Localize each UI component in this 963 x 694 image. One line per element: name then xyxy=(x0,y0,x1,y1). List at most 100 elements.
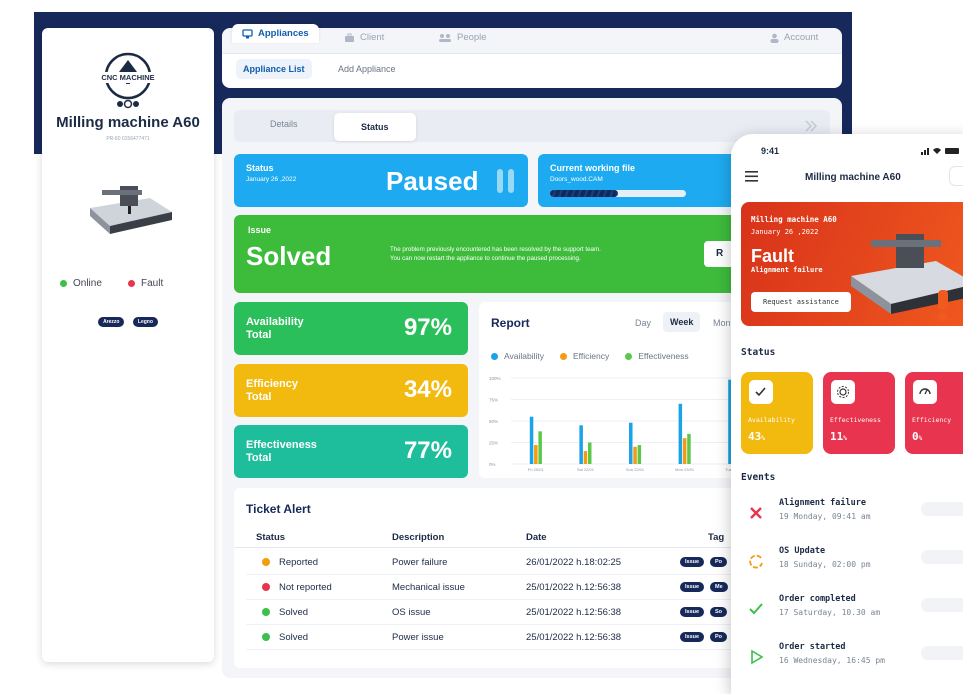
bar-effectiveness xyxy=(538,431,542,464)
issue-box: Issue Solved The problem previously enco… xyxy=(234,215,744,293)
tile-value: 11% xyxy=(830,430,847,443)
status-tile[interactable]: Efficiency 0% xyxy=(905,372,963,454)
col-tag: Tag xyxy=(708,532,725,543)
event-title: Order started xyxy=(779,642,846,652)
table-row[interactable]: Solved OS issue 25/01/2022 h.12:56:38 Is… xyxy=(246,600,774,625)
events-heading: Events xyxy=(741,472,776,483)
chevrons-right-icon[interactable] xyxy=(804,119,818,133)
ticket-tag[interactable]: Issue xyxy=(680,582,705,592)
warning-icon xyxy=(938,290,948,322)
bar-efficiency xyxy=(682,438,687,464)
col-status: Status xyxy=(256,532,286,543)
request-assistance-button[interactable]: Request assistance xyxy=(751,292,851,312)
ticket-description: Power issue xyxy=(392,632,444,643)
event-action[interactable] xyxy=(921,598,963,612)
tab-client[interactable]: Client xyxy=(344,32,384,43)
x-tick-label: Mon 23/01 xyxy=(675,467,695,472)
gauge-icon xyxy=(919,388,931,395)
tag-chip[interactable]: Legno xyxy=(132,317,158,327)
bar-effectiveness xyxy=(588,442,592,464)
event-item[interactable]: Order started 16 Wednesday, 16:45 pm xyxy=(741,640,963,680)
range-month[interactable]: Mon xyxy=(713,318,731,328)
tab-people[interactable]: People xyxy=(438,32,487,43)
table-row[interactable]: Reported Power failure 26/01/2022 h.18:0… xyxy=(246,550,774,575)
kpi-efficiency: Efficiency Total 34% xyxy=(234,364,468,417)
tab-appliances[interactable]: Appliances xyxy=(232,24,319,43)
online-label: Online xyxy=(73,278,102,289)
check-icon xyxy=(755,387,766,397)
bar-availability xyxy=(678,403,683,464)
status-date: January 26 ,2022 xyxy=(246,176,297,183)
hero-reason: Alignment failure xyxy=(751,266,823,274)
play-icon xyxy=(751,649,764,665)
issue-message-1: The problem previously encountered has b… xyxy=(390,246,601,253)
issue-value: Solved xyxy=(246,241,332,271)
ticket-tag[interactable]: Issue xyxy=(680,607,705,617)
signal-battery-icon xyxy=(921,148,959,155)
phone-time: 9:41 xyxy=(761,146,780,156)
event-time: 19 Monday, 09:41 am xyxy=(779,512,871,521)
kpi-value: 77% xyxy=(403,437,452,464)
event-action[interactable] xyxy=(921,550,963,564)
people-icon xyxy=(439,33,451,42)
bar-availability xyxy=(579,425,583,464)
ticket-description: Power failure xyxy=(392,557,448,568)
tab-appliances-label: Appliances xyxy=(258,28,309,39)
status-dot xyxy=(262,633,270,641)
ticket-tag[interactable]: Po xyxy=(710,632,728,642)
event-item[interactable]: Order completed 17 Saturday, 10.30 am xyxy=(741,592,963,632)
ticket-status: Solved xyxy=(279,632,309,643)
kpi-availability: Availability Total 97% xyxy=(234,302,468,355)
status-dot xyxy=(262,608,270,616)
tab-add-appliance[interactable]: Add Appliance xyxy=(338,64,396,74)
issue-label: Issue xyxy=(248,225,272,235)
ticket-tag[interactable]: Me xyxy=(710,582,728,592)
refresh-icon xyxy=(749,554,763,569)
ticket-status: Reported xyxy=(279,557,319,568)
table-row[interactable]: Solved Power issue 25/01/2022 h.12:56:38… xyxy=(246,625,774,650)
menu-icon[interactable] xyxy=(745,170,759,182)
gear-icon xyxy=(837,386,849,398)
briefcase-icon xyxy=(345,33,354,42)
online-dot xyxy=(60,280,67,287)
status-label: Status January 26 ,2022 xyxy=(246,163,297,183)
x-tick-label: Sun 22/01 xyxy=(626,467,645,472)
ticket-tag[interactable]: Po xyxy=(710,557,728,567)
event-action[interactable] xyxy=(921,646,963,660)
ticket-tag[interactable]: So xyxy=(710,607,728,617)
phone-status-heading: Status xyxy=(741,347,776,358)
status-tile[interactable]: Availability 43% xyxy=(741,372,813,454)
fault-label: Fault xyxy=(141,278,164,289)
tile-icon-box xyxy=(831,380,855,404)
ticket-alert-card: Ticket Alert Status Description Date Tag… xyxy=(234,488,774,668)
range-day[interactable]: Day xyxy=(635,318,651,328)
ticket-tag[interactable]: Issue xyxy=(680,557,705,567)
tab-status[interactable]: Status xyxy=(334,113,416,141)
report-legend: Availability Efficiency Effectiveness xyxy=(491,351,689,361)
ticket-status: Not reported xyxy=(279,582,332,593)
phone-header-action[interactable] xyxy=(949,166,963,186)
tab-appliance-list[interactable]: Appliance List xyxy=(236,59,312,79)
tag-chip[interactable]: Arezzo xyxy=(98,317,125,327)
account-link[interactable]: Account xyxy=(770,32,818,43)
online-status: Online xyxy=(60,278,102,289)
event-action[interactable] xyxy=(921,502,963,516)
tile-label: Effectiveness xyxy=(830,416,881,424)
status-tile[interactable]: Effectiveness 11% xyxy=(823,372,895,454)
phone-title: Milling machine A60 xyxy=(805,172,901,183)
ticket-header: Status Description Date Tag xyxy=(234,526,774,548)
event-item[interactable]: OS Update 18 Sunday, 02:00 pm xyxy=(741,544,963,584)
event-item[interactable]: Alignment failure 19 Monday, 09:41 am xyxy=(741,496,963,536)
kpi-value: 34% xyxy=(403,376,452,403)
range-week[interactable]: Week xyxy=(663,312,701,332)
table-row[interactable]: Not reported Mechanical issue 25/01/2022… xyxy=(246,575,774,600)
check-icon xyxy=(749,603,763,615)
kpi-value: 97% xyxy=(403,314,452,341)
tile-icon-box xyxy=(913,380,937,404)
file-progress-fill xyxy=(550,190,618,197)
tab-details[interactable]: Details xyxy=(270,119,298,129)
ticket-tag[interactable]: Issue xyxy=(680,632,705,642)
status-dot xyxy=(262,583,270,591)
bar-effectiveness xyxy=(687,433,691,464)
bar-efficiency xyxy=(633,446,637,464)
